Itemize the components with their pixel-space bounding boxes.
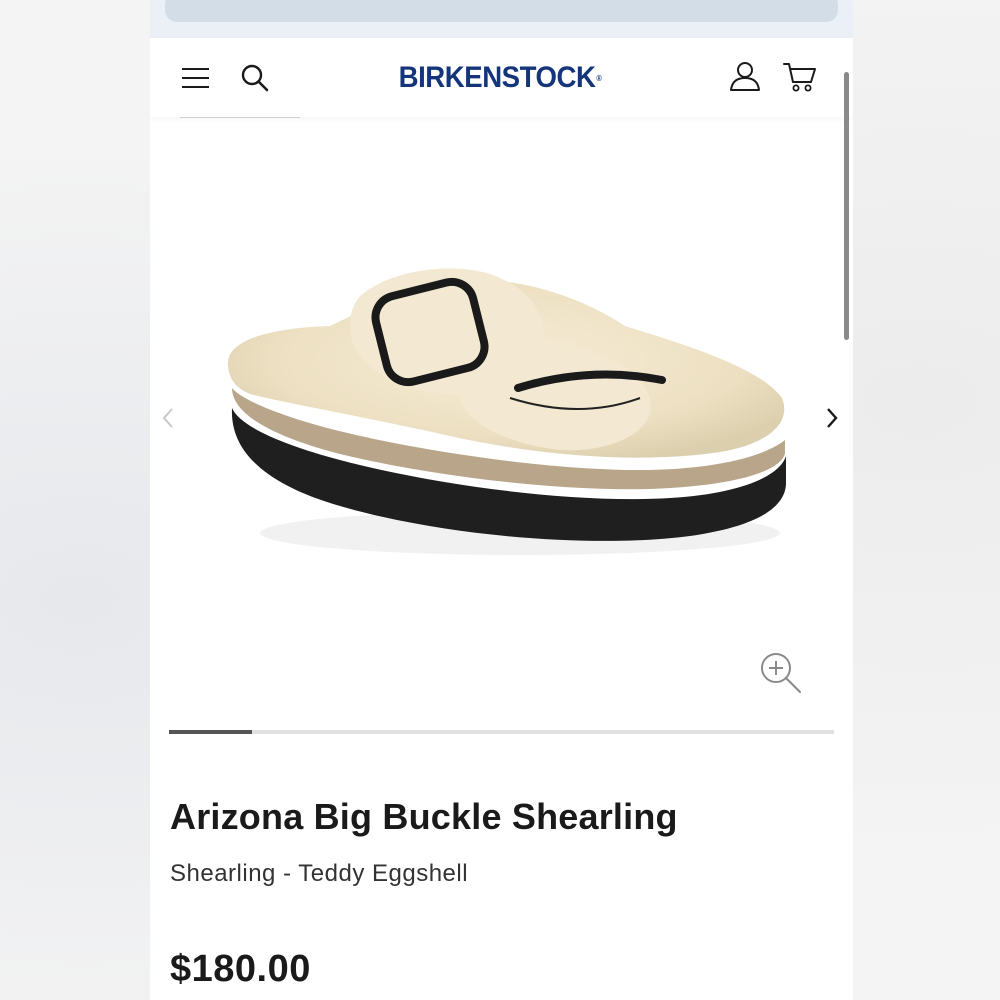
- zoom-in-icon[interactable]: [758, 650, 804, 696]
- cart-icon[interactable]: [782, 60, 818, 94]
- search-icon[interactable]: [240, 63, 270, 93]
- menu-icon[interactable]: [182, 68, 209, 88]
- product-gallery[interactable]: [150, 118, 853, 728]
- menu-bar: [182, 86, 209, 88]
- brand-name: BIRKENSTOCK: [398, 61, 596, 94]
- menu-bar: [182, 68, 209, 70]
- site-header: BIRKENSTOCK ®: [150, 38, 853, 117]
- gallery-progress-fill: [169, 730, 253, 734]
- product-variant: Shearling - Teddy Eggshell: [170, 860, 469, 887]
- browser-chrome: [150, 0, 853, 38]
- registered-mark: ®: [596, 73, 602, 83]
- menu-bar: [182, 77, 209, 79]
- product-price: $180.00: [170, 948, 311, 990]
- address-bar[interactable]: [165, 0, 838, 22]
- page-scrollbar[interactable]: [844, 72, 849, 340]
- brand-logo[interactable]: BIRKENSTOCK ®: [399, 58, 602, 98]
- chevron-left-icon[interactable]: [158, 403, 178, 433]
- chevron-right-icon[interactable]: [822, 403, 842, 433]
- mobile-page: BIRKENSTOCK ® Arizona Big Buckle Shearli…: [150, 0, 853, 1000]
- product-title: Arizona Big Buckle Shearling: [170, 796, 678, 837]
- product-image[interactable]: [220, 248, 800, 568]
- account-icon[interactable]: [728, 59, 762, 93]
- gallery-progress-track: [169, 730, 834, 734]
